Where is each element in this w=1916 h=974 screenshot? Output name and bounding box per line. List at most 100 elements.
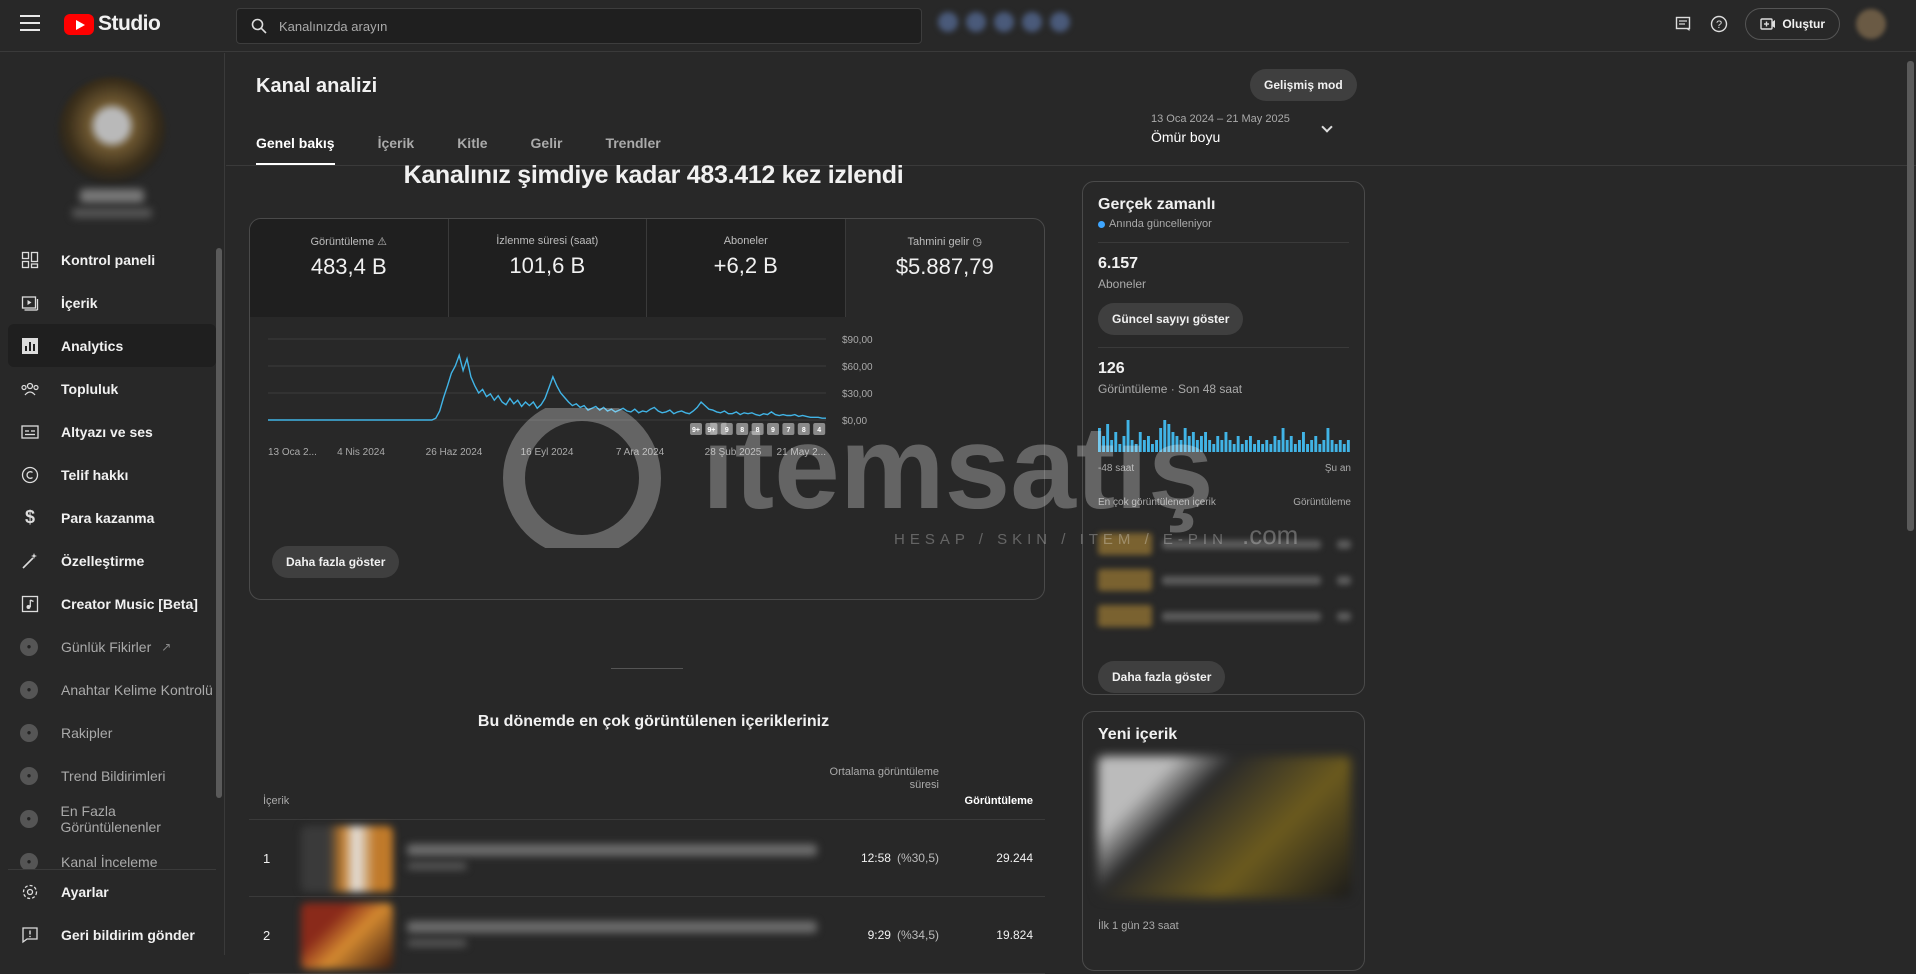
avg-view-duration: 12:58 (%30,5) [819,851,939,865]
table-header: İçerik Ortalama görüntüleme süresi Görün… [249,758,1045,820]
sidebar-item-dashboard[interactable]: Kontrol paneli [8,238,216,281]
table-row[interactable]: 2 9:29 (%34,5) 19.824 [249,897,1045,974]
sidebar-ext-most-viewed[interactable]: ● En Fazla Görüntülenenler [8,797,216,840]
avg-duration-pct: (%34,5) [896,928,939,942]
video-thumbnail[interactable] [301,826,393,892]
realtime-bar [1342,444,1346,452]
revenue-chart[interactable]: $0,00 $30,00 $60,00 $90,00 13 Oca 2... 4 Nis … [250,317,1044,537]
help-icon[interactable]: ? [1709,14,1729,34]
channel-handle-blurred [72,208,152,218]
metric-value: $5.887,79 [895,254,994,279]
top-bar: Studio ? Oluştur [0,0,1916,52]
realtime-bar [1220,440,1224,452]
subtitles-feedback-icon[interactable] [1673,14,1693,34]
realtime-bar [1191,432,1195,452]
blurred-toolbar-icons [938,12,1078,38]
realtime-bar [1228,440,1232,452]
realtime-bar-chart[interactable] [1098,418,1351,452]
sidebar-item-label: Anahtar Kelime Kontrolü [61,681,213,698]
metric-revenue[interactable]: Tahmini gelir ◷ $5.887,79 [846,219,1045,317]
realtime-show-more-button[interactable]: Daha fazla göster [1098,661,1226,693]
sidebar-item-community[interactable]: Topluluk [8,367,216,410]
create-button[interactable]: Oluştur [1745,8,1840,40]
advanced-mode-button[interactable]: Gelişmiş mod [1250,69,1357,101]
sidebar-item-feedback[interactable]: Geri bildirim gönder [8,913,216,956]
search-input[interactable] [279,18,879,34]
sidebar-ext-daily-ideas[interactable]: ● Günlük Fikirler ↗ [8,625,216,668]
realtime-bar [1187,436,1191,452]
table-row[interactable]: 1 12:58 (%30,5) 29.244 [249,820,1045,897]
metric-subscribers[interactable]: Aboneler +6,2 B [647,219,846,317]
studio-logo[interactable]: Studio [64,12,161,36]
page-scrollbar[interactable] [1907,61,1914,531]
dollar-icon: $ [24,507,35,527]
sidebar-item-analytics[interactable]: Analytics [8,324,216,367]
sidebar-item-monetization[interactable]: $ Para kazanma [8,496,216,539]
show-more-button[interactable]: Daha fazla göster [272,546,400,578]
video-thumbnail[interactable] [301,903,393,969]
video-title-blurred[interactable] [407,844,817,856]
realtime-bar [1208,440,1212,452]
sidebar-item-creator-music[interactable]: Creator Music [Beta] [8,582,216,625]
realtime-bar [1106,424,1110,452]
realtime-bar [1195,440,1199,452]
tab-trends[interactable]: Trendler [605,123,660,165]
metric-views[interactable]: Görüntüleme ⚠ 483,4 B [250,219,449,317]
overview-headline: Kanalınız şimdiye kadar 483.412 kez izle… [403,161,904,189]
axis-start: -48 saat [1098,463,1135,474]
channel-avatar[interactable] [58,77,166,185]
music-icon [20,594,40,614]
sidebar-item-customization[interactable]: Özelleştirme [8,539,216,582]
date-range-selector[interactable]: 13 Oca 2024 – 21 May 2025 Ömür boyu [1151,113,1341,145]
realtime-bar [1306,444,1309,452]
realtime-bar [1253,444,1256,452]
metric-tabs: Görüntüleme ⚠ 483,4 B İzlenme süresi (sa… [250,219,1044,317]
tab-content[interactable]: İçerik [378,123,415,165]
sidebar-item-copyright[interactable]: Telif hakkı [8,453,216,496]
carousel-indicator [611,668,683,669]
tab-overview[interactable]: Genel bakış [256,123,335,165]
sidebar-item-content[interactable]: İçerik [8,281,216,324]
sidebar-item-settings[interactable]: Ayarlar [8,870,216,913]
realtime-bar [1163,420,1167,452]
search-box[interactable] [236,8,922,44]
tab-audience[interactable]: Kitle [457,123,487,165]
sidebar-ext-competitors[interactable]: ● Rakipler [8,711,216,754]
metric-label: Aboneler [723,235,768,247]
list-item[interactable] [1098,598,1351,634]
upload-marker-label: 8 [756,427,760,434]
realtime-bar [1236,436,1240,452]
video-date-blurred [407,862,467,870]
account-avatar[interactable] [1856,9,1886,39]
realtime-bar [1114,432,1118,452]
search-icon [251,18,267,34]
new-content-thumbnail[interactable] [1098,756,1351,898]
realtime-bar [1277,440,1281,452]
show-live-count-button[interactable]: Güncel sayıyı göster [1098,303,1244,335]
realtime-bar [1126,420,1130,452]
metric-watch-time[interactable]: İzlenme süresi (saat) 101,6 B [448,219,647,317]
sidebar-ext-keyword-check[interactable]: ● Anahtar Kelime Kontrolü [8,668,216,711]
realtime-bar [1330,440,1334,452]
realtime-bar [1134,444,1138,452]
realtime-bar [1244,440,1248,452]
list-item[interactable] [1098,526,1351,562]
analytics-tabs: Genel bakış İçerik Kitle Gelir Trendler [256,123,704,165]
sidebar: Kontrol paneli İçerik Analytics Topluluk… [0,53,225,956]
metric-label: Görüntüleme [310,236,375,248]
sidebar-scrollbar[interactable] [216,248,222,798]
menu-icon[interactable] [20,15,40,31]
sidebar-ext-trend-alerts[interactable]: ● Trend Bildirimleri [8,754,216,797]
sidebar-item-subtitles[interactable]: Altyazı ve ses [8,410,216,453]
tab-revenue[interactable]: Gelir [531,123,563,165]
column-content: İçerik [263,795,290,807]
video-title-blurred[interactable] [407,921,817,933]
realtime-axis: -48 saat Şu an [1098,463,1351,474]
revenue-line-chart: $0,00 $30,00 $60,00 $90,00 13 Oca 2... 4 Nis … [268,335,873,458]
column-views[interactable]: Görüntüleme [965,795,1033,807]
list-item[interactable] [1098,562,1351,598]
sidebar-item-label: Creator Music [Beta] [61,595,198,612]
realtime-views-label: Görüntüleme · Son 48 saat [1098,382,1243,396]
column-avg-duration[interactable]: Ortalama görüntüleme süresi [819,766,939,792]
realtime-bar [1318,444,1322,452]
